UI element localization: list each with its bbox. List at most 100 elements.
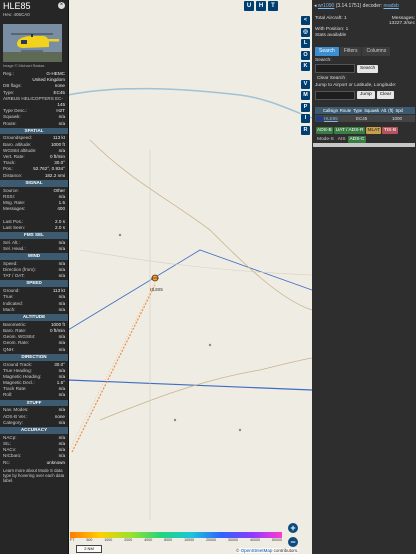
toggle-u-button[interactable]: U	[244, 1, 254, 11]
clear-search-button[interactable]: Clear Search	[315, 75, 347, 82]
col-altitude[interactable]: Alt. (ft)	[381, 107, 393, 114]
clear-jump-button[interactable]: Clear	[376, 91, 395, 99]
altitude-legend-labels: FT 500 1000 2000 4000 8000 10000 20000 3…	[70, 538, 282, 542]
aircraft-info-rows: Reg.: G-HEMC United Kingdom DB flags: none Ty…	[0, 71, 68, 485]
image-credit: Image © Michael Rastas	[3, 64, 45, 68]
map-attribution: © OpenStreetMap contributors.	[236, 548, 299, 553]
site-link[interactable]: wr1090	[318, 3, 334, 9]
info-label: AIRBUS HELICOPTERS EC-	[3, 95, 63, 101]
table-row[interactable]: HLE85 EC45 1000	[315, 115, 415, 122]
toggle-i-button[interactable]: I	[301, 114, 310, 123]
tab-search[interactable]: Search	[315, 47, 339, 56]
search-input[interactable]	[315, 64, 355, 73]
col-type[interactable]: Type	[353, 107, 362, 114]
learn-more-text: Learn more about Mode S data type by hov…	[3, 467, 65, 484]
jump-button[interactable]: Jump	[357, 91, 375, 99]
chip-modes[interactable]: Mode-S	[316, 136, 336, 143]
section-header-direction: DIRECTION	[0, 353, 68, 361]
alt-label: 8000	[164, 538, 173, 542]
chip-tisb[interactable]: TIS-B	[382, 127, 398, 134]
info-value: unknown	[46, 459, 65, 465]
center-map-button[interactable]: ◎	[301, 27, 310, 37]
toggle-l-button[interactable]: L	[301, 39, 310, 48]
zoom-out-button[interactable]: −	[288, 537, 298, 547]
info-value: n/a	[58, 306, 65, 312]
toggle-r-button[interactable]: R	[301, 125, 310, 135]
chip-adsb[interactable]: ADS-B	[315, 127, 334, 134]
toggle-o-button[interactable]: O	[301, 50, 310, 60]
row-callsign: HLE85	[324, 116, 338, 121]
info-label: Route:	[3, 120, 17, 126]
hex-id: Hex: 406CA0	[3, 12, 30, 17]
info-label: Category:	[3, 419, 23, 425]
chip-adsc[interactable]: ADS-C	[348, 136, 366, 143]
zoom-in-button[interactable]: +	[288, 523, 298, 533]
toggle-t-button[interactable]: T	[268, 1, 278, 11]
selected-callsign: HLE85	[3, 1, 31, 11]
info-value: n/a	[58, 120, 65, 126]
chip-ais[interactable]: AIS	[336, 136, 347, 143]
osm-link[interactable]: OpenStreetMap	[241, 548, 273, 553]
col-callsign[interactable]: Callsign	[323, 107, 338, 114]
info-value: n/a	[58, 392, 65, 398]
section-header-signal: SIGNAL	[0, 179, 68, 187]
horizontal-scrollbar[interactable]	[313, 143, 415, 147]
info-row: Last Seen: 2.0 s	[0, 225, 68, 231]
info-row: TAT / OAT: n/a	[0, 273, 68, 279]
chip-uat[interactable]: UAT / ADS-R	[334, 127, 365, 134]
toggle-m-button[interactable]: M	[301, 91, 310, 100]
row-altitude: 1000	[392, 116, 403, 121]
close-detail-button[interactable]: ×	[58, 2, 65, 9]
panel-tabs: Search Filters Columns	[315, 47, 391, 56]
tab-columns[interactable]: Columns	[362, 47, 391, 56]
uk-flag-icon	[316, 116, 323, 121]
tab-filters[interactable]: Filters	[339, 47, 362, 56]
aircraft-map-label: HLE85	[150, 287, 163, 292]
section-header-spatial: SPATIAL	[0, 127, 68, 135]
chip-mlat[interactable]: MLAT	[365, 127, 382, 134]
info-row: Category: n/a	[0, 420, 68, 426]
toggle-p-button[interactable]: P	[301, 102, 310, 112]
map-top-toolbar: U H T	[244, 1, 278, 11]
search-button[interactable]: Search	[357, 64, 379, 73]
info-row: Mach: n/a	[0, 307, 68, 313]
collapse-panel-button[interactable]: <	[301, 16, 310, 25]
info-label: Roll:	[3, 392, 13, 398]
alt-label: 50000	[271, 538, 282, 542]
toggle-v-button[interactable]: V	[301, 79, 310, 89]
section-header-stuff: STUFF	[0, 399, 68, 407]
search-label: Search:	[315, 58, 332, 63]
info-value: n/a	[58, 346, 65, 352]
info-label: Messages:	[3, 206, 26, 212]
map-scale: 2 NM	[76, 545, 102, 553]
aircraft-table-header: Callsign Route Type Squawk Alt. (ft) Spd	[315, 107, 415, 114]
row-type: EC45	[356, 116, 368, 121]
decoder-link[interactable]: readsb	[384, 3, 399, 9]
aircraft-list-panel: ◂ wr1090 (3.14.1751) decoder: readsb Tot…	[312, 0, 416, 554]
info-label: Last Seen:	[3, 224, 25, 230]
alt-label: 30000	[228, 538, 239, 542]
col-speed[interactable]: Spd	[395, 107, 402, 114]
info-row: Route: n/a	[0, 121, 68, 127]
col-route[interactable]: Route	[340, 107, 351, 114]
info-value: 182.2 nmi	[44, 172, 65, 178]
info-row: Roll: n/a	[0, 392, 68, 398]
info-label: TAT / OAT:	[3, 273, 25, 279]
info-label: Mach:	[3, 306, 16, 312]
alt-label: 2000	[124, 538, 133, 542]
jump-label: Jump to Airport or Latitude, Longitude:	[315, 83, 397, 88]
aircraft-photo[interactable]	[3, 24, 62, 62]
toggle-k-button[interactable]: K	[301, 62, 310, 71]
jump-input[interactable]	[315, 90, 355, 100]
info-row: QNH: n/a	[0, 347, 68, 353]
info-value: 400	[57, 206, 65, 212]
info-label: Reg.:	[3, 71, 14, 76]
toggle-h-button[interactable]: H	[256, 1, 266, 11]
alt-label: 1000	[104, 538, 113, 542]
alt-label: 4000	[144, 538, 153, 542]
map-side-toolbar: < ◎ L O K V M P I R	[301, 16, 311, 137]
messages-rate: 13227.3/sec	[388, 21, 415, 26]
alt-label: 40000	[249, 538, 260, 542]
stats-block: Total Aircraft: 1 Messages: 13227.3/sec …	[315, 16, 415, 39]
col-squawk[interactable]: Squawk	[364, 107, 379, 114]
